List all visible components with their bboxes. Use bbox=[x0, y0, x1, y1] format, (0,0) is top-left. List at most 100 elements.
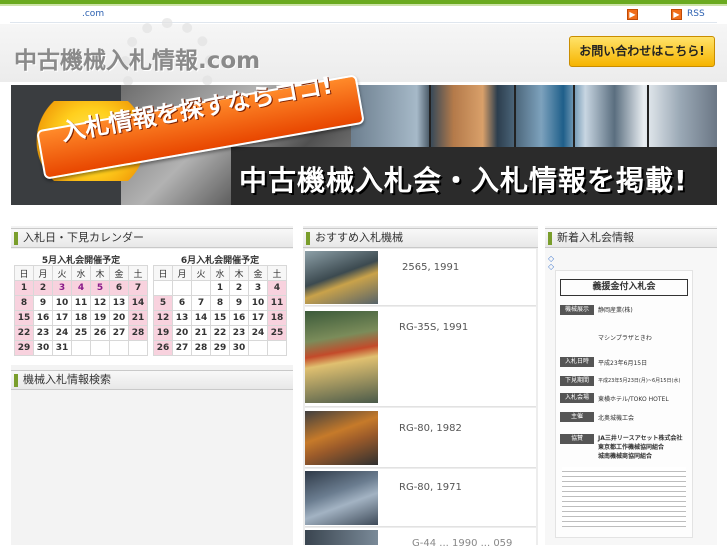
recommended-item[interactable]: RG-80, 1982 bbox=[305, 408, 536, 468]
calendar-day[interactable]: 13 bbox=[172, 310, 192, 326]
calendar-empty-cell bbox=[71, 340, 91, 356]
calendar-day[interactable]: 25 bbox=[71, 325, 91, 341]
machine-thumbnail[interactable] bbox=[305, 251, 378, 304]
search-panel-title: 機械入札情報検索 bbox=[23, 373, 111, 386]
calendar-day[interactable]: 17 bbox=[52, 310, 72, 326]
calendar-day[interactable]: 16 bbox=[229, 310, 249, 326]
calendar-day[interactable]: 27 bbox=[172, 340, 192, 356]
calendar-day[interactable]: 28 bbox=[128, 325, 148, 341]
calendar-day[interactable]: 2 bbox=[33, 280, 53, 296]
calendar-day[interactable]: 6 bbox=[172, 295, 192, 311]
calendar-weekday: 火 bbox=[52, 265, 72, 281]
calendar-day[interactable]: 30 bbox=[229, 340, 249, 356]
calendar-day[interactable]: 18 bbox=[71, 310, 91, 326]
arrow-right-icon[interactable]: ▶ bbox=[627, 9, 638, 20]
machine-thumbnail[interactable] bbox=[305, 411, 378, 465]
calendar-day[interactable]: 11 bbox=[267, 295, 287, 311]
calendar-weekday: 木 bbox=[90, 265, 110, 281]
calendar-day[interactable]: 8 bbox=[210, 295, 230, 311]
calendar-day[interactable]: 17 bbox=[248, 310, 268, 326]
calendar-may: 日月火水木金土 1 2 3 4 5 6 7 8 9 10 11 12 13 14 15 16 17 18 19 20 21… bbox=[14, 265, 148, 356]
calendar-day[interactable]: 22 bbox=[210, 325, 230, 341]
calendar-day[interactable]: 1 bbox=[14, 280, 34, 296]
calendar-day[interactable]: 12 bbox=[153, 310, 173, 326]
calendar-day[interactable]: 31 bbox=[52, 340, 72, 356]
calendar-day[interactable]: 4 bbox=[267, 280, 287, 296]
calendar-day[interactable]: 2 bbox=[229, 280, 249, 296]
machine-label[interactable]: RG-80, 1982 bbox=[399, 423, 462, 434]
machine-label[interactable]: RG-80, 1971 bbox=[399, 482, 462, 493]
calendar-day[interactable]: 24 bbox=[52, 325, 72, 341]
calendar-weekday: 金 bbox=[248, 265, 268, 281]
contact-button[interactable]: お問い合わせはこちら! bbox=[569, 36, 715, 67]
calendar-day[interactable]: 11 bbox=[71, 295, 91, 311]
notice-line: JA三井リースアセット株式会社 bbox=[598, 435, 683, 442]
calendar-day[interactable]: 9 bbox=[33, 295, 53, 311]
recommended-item[interactable]: RG-35S, 1991 bbox=[305, 307, 536, 407]
calendar-day[interactable]: 22 bbox=[14, 325, 34, 341]
photo-divider bbox=[647, 85, 649, 147]
notice-heading: 義援金付入札会 bbox=[560, 279, 688, 296]
calendar-day[interactable]: 14 bbox=[191, 310, 211, 326]
calendar-day[interactable]: 27 bbox=[109, 325, 129, 341]
rss-arrow-icon[interactable]: ▶ bbox=[671, 9, 682, 20]
site-logo[interactable]: 中古機械入札情報.com bbox=[14, 41, 260, 75]
calendar-day[interactable]: 3 bbox=[52, 280, 72, 296]
machine-thumbnail[interactable] bbox=[305, 471, 378, 525]
panel-marker-icon bbox=[548, 232, 552, 245]
calendar-day[interactable]: 14 bbox=[128, 295, 148, 311]
calendar-day[interactable]: 19 bbox=[90, 310, 110, 326]
calendar-day[interactable]: 23 bbox=[33, 325, 53, 341]
recommended-item[interactable]: G-44 ... 1990 ... 059 bbox=[305, 528, 536, 549]
calendar-day[interactable]: 26 bbox=[153, 340, 173, 356]
calendar-day[interactable]: 29 bbox=[14, 340, 34, 356]
calendar-weekday: 水 bbox=[71, 265, 91, 281]
calendar-day[interactable]: 5 bbox=[153, 295, 173, 311]
calendar-day[interactable]: 12 bbox=[90, 295, 110, 311]
calendar-day[interactable]: 21 bbox=[191, 325, 211, 341]
calendar-day[interactable]: 26 bbox=[90, 325, 110, 341]
calendar-day[interactable]: 30 bbox=[33, 340, 53, 356]
calendar-day[interactable]: 7 bbox=[128, 280, 148, 296]
calendar-day[interactable]: 5 bbox=[90, 280, 110, 296]
calendar-empty-cell bbox=[153, 280, 173, 296]
calendar-day[interactable]: 20 bbox=[172, 325, 192, 341]
calendar-day[interactable]: 24 bbox=[248, 325, 268, 341]
calendar-day[interactable]: 8 bbox=[14, 295, 34, 311]
machine-thumbnail[interactable] bbox=[305, 530, 378, 545]
diamond-bullet-icon: ◇ bbox=[548, 262, 555, 271]
recommended-item[interactable]: 2565, 1991 bbox=[305, 249, 536, 306]
calendar-day[interactable]: 29 bbox=[210, 340, 230, 356]
calendar-day[interactable]: 1 bbox=[210, 280, 230, 296]
calendar-day[interactable]: 16 bbox=[33, 310, 53, 326]
calendar-day[interactable]: 19 bbox=[153, 325, 173, 341]
calendar-weekday: 月 bbox=[33, 265, 53, 281]
calendar-day[interactable]: 20 bbox=[109, 310, 129, 326]
calendar-day[interactable]: 23 bbox=[229, 325, 249, 341]
recommended-item[interactable]: RG-80, 1971 bbox=[305, 469, 536, 527]
machine-label[interactable]: G-44 ... 1990 ... 059 bbox=[412, 538, 512, 549]
calendar-weekday: 日 bbox=[153, 265, 173, 281]
calendar-day[interactable]: 6 bbox=[109, 280, 129, 296]
calendar-day[interactable]: 9 bbox=[229, 295, 249, 311]
machine-label[interactable]: 2565, 1991 bbox=[402, 262, 459, 273]
calendar-weekday: 土 bbox=[128, 265, 148, 281]
machine-thumbnail[interactable] bbox=[305, 311, 378, 403]
calendar-day[interactable]: 10 bbox=[248, 295, 268, 311]
calendar-day[interactable]: 15 bbox=[14, 310, 34, 326]
topbar-domain-label[interactable]: .com bbox=[82, 9, 104, 19]
calendar-day[interactable]: 7 bbox=[191, 295, 211, 311]
calendar-day[interactable]: 3 bbox=[248, 280, 268, 296]
rss-link[interactable]: RSS bbox=[687, 9, 705, 19]
calendar-day[interactable]: 4 bbox=[71, 280, 91, 296]
calendar-day[interactable]: 10 bbox=[52, 295, 72, 311]
calendar-day[interactable]: 13 bbox=[109, 295, 129, 311]
calendar-day[interactable]: 28 bbox=[191, 340, 211, 356]
calendar-day[interactable]: 18 bbox=[267, 310, 287, 326]
calendar-day[interactable]: 21 bbox=[128, 310, 148, 326]
auction-notice-flyer[interactable]: 義援金付入札会 機械展示 静岡産業(株) マシンプラザときわ 入札日時 平成23… bbox=[555, 270, 693, 538]
calendar-day[interactable]: 25 bbox=[267, 325, 287, 341]
calendar-day[interactable]: 15 bbox=[210, 310, 230, 326]
notice-label: 入札会場 bbox=[560, 393, 594, 403]
machine-label[interactable]: RG-35S, 1991 bbox=[399, 322, 468, 333]
